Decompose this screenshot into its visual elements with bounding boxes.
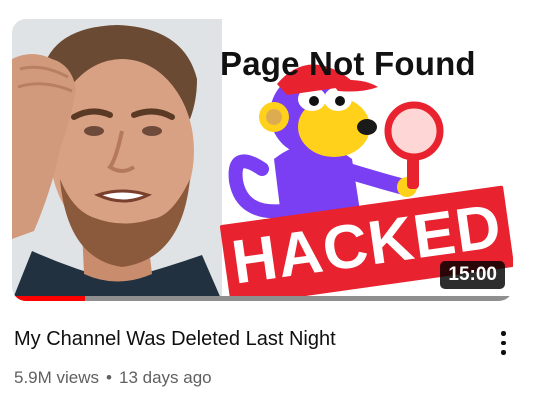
duration-badge: 15:00 [440,261,505,289]
thumbnail-headline: Page Not Found [220,45,476,82]
meta-separator: • [106,368,112,387]
upload-age: 13 days ago [118,368,212,387]
watch-progress-fill [12,296,85,301]
person-image [12,19,222,301]
view-count: 5.9M views [14,368,100,387]
video-metadata: 5.9M views • 13 days ago [14,368,212,388]
watch-progress-bar [12,296,513,301]
video-title[interactable]: My Channel Was Deleted Last Night [14,326,454,352]
more-actions-button[interactable] [490,326,516,360]
video-thumbnail[interactable]: Page Not Found HACKED 15:00 [12,19,513,301]
video-card[interactable]: Page Not Found HACKED 15:00 My Channel W… [0,0,535,414]
